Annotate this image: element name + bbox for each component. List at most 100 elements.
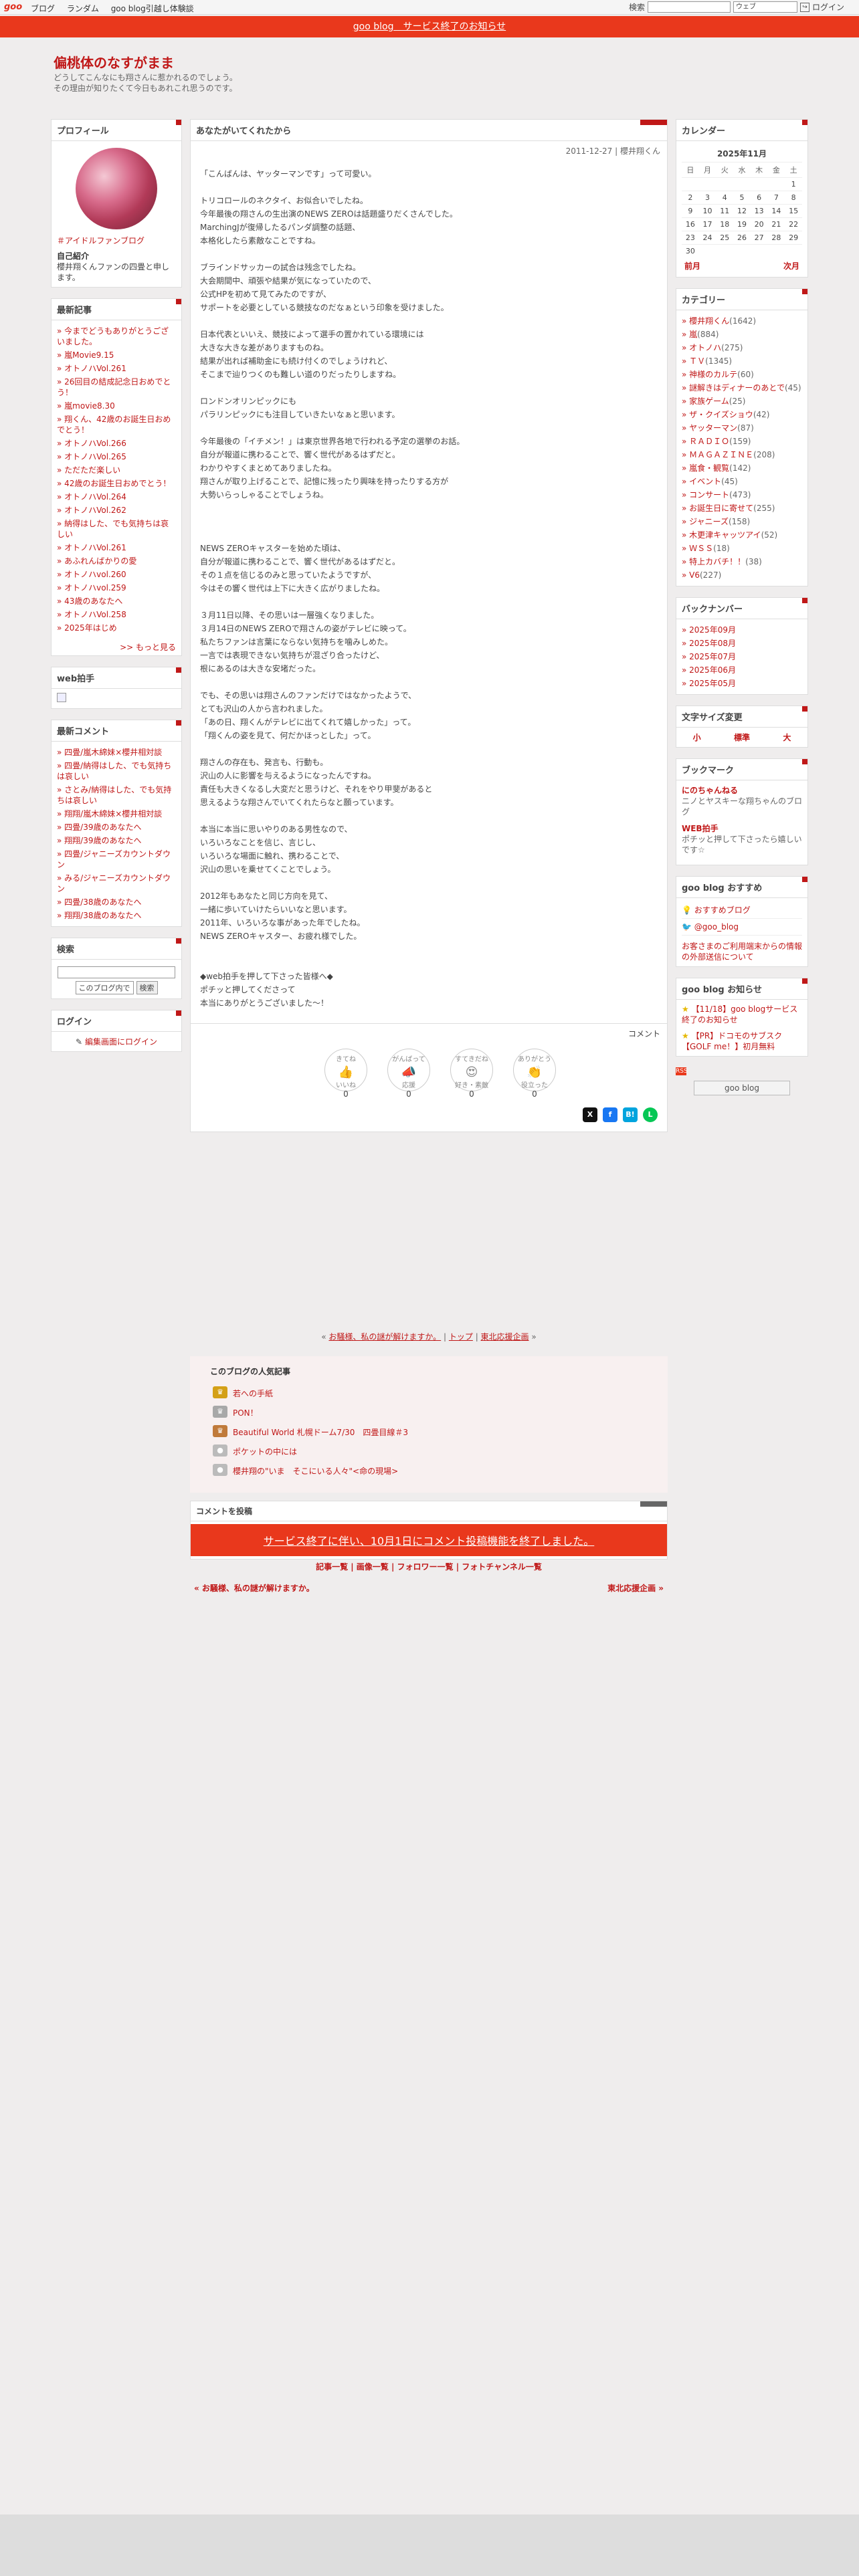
category-item[interactable]: 嵐食・観覧(142) <box>682 461 802 475</box>
category-name[interactable]: ＭＡＧＡＺＩＮＥ <box>689 450 753 459</box>
prev-post-link[interactable]: お騒様、私の謎が解けますか。 <box>328 1332 441 1341</box>
category-name[interactable]: 神様のカルテ <box>689 370 737 379</box>
hatena-share-icon[interactable]: B! <box>623 1107 638 1122</box>
category-name[interactable]: ＲＡＤＩＯ <box>689 437 729 446</box>
info-item[interactable]: 【PR】ドコモのサブスク【GOLF me！】初月無料 <box>682 1031 782 1051</box>
post-meta[interactable]: 2011-12-27 | 櫻井翔くん <box>191 141 667 160</box>
category-item[interactable]: ＴＶ(1345) <box>682 354 802 368</box>
recent-comment-item[interactable]: 翔翔/39歳のあなたへ <box>57 834 176 847</box>
info-item[interactable]: 【11/18】goo blogサービス終了のお知らせ <box>682 1004 797 1025</box>
backnumber-item[interactable]: 2025年08月 <box>682 637 802 650</box>
recent-post-item[interactable]: オトノハVol.258 <box>57 608 176 621</box>
recent-comment-item[interactable]: みる/ジャニーズカウントダウン <box>57 871 176 895</box>
calendar-day[interactable]: 15 <box>785 204 802 218</box>
top-link[interactable]: トップ <box>449 1332 473 1341</box>
backnumber-item[interactable]: 2025年09月 <box>682 623 802 637</box>
calendar-day[interactable]: 16 <box>682 217 699 231</box>
recent-comment-item[interactable]: 四畳/39歳のあなたへ <box>57 821 176 834</box>
popular-title[interactable]: PON！ <box>233 1408 258 1418</box>
calendar-day[interactable]: 17 <box>698 217 717 231</box>
backnumber-item[interactable]: 2025年05月 <box>682 677 802 690</box>
category-name[interactable]: 嵐食・観覧 <box>689 463 729 473</box>
recent-post-item[interactable]: オトノハvol.260 <box>57 568 176 581</box>
recent-comment-item[interactable]: 四畳/38歳のあなたへ <box>57 895 176 909</box>
category-item[interactable]: ＭＡＧＡＺＩＮＥ(208) <box>682 448 802 461</box>
nav-migration[interactable]: goo blog引越し体験談 <box>111 4 194 13</box>
category-item[interactable]: 木更津キャッツアイ(52) <box>682 528 802 542</box>
calendar-day[interactable]: 23 <box>682 231 699 245</box>
category-name[interactable]: ザ・クイズショウ <box>689 410 753 419</box>
calendar-day[interactable]: 24 <box>698 231 717 245</box>
login-link[interactable]: ログイン <box>812 1 844 13</box>
recent-post-item[interactable]: 納得はした、でも気持ちは哀しい <box>57 517 176 541</box>
calendar-day[interactable]: 7 <box>767 191 785 205</box>
recent-comment-item[interactable]: 四畳/ジャニーズカウントダウン <box>57 847 176 871</box>
recent-post-item[interactable]: オトノハVol.261 <box>57 541 176 554</box>
calendar-day[interactable]: 13 <box>750 204 768 218</box>
recent-post-item[interactable]: 嵐movie8.30 <box>57 399 176 413</box>
reaction-button[interactable]: きてね 👍 いいね 0 <box>324 1049 367 1099</box>
calendar-day[interactable]: 14 <box>767 204 785 218</box>
popular-title[interactable]: Beautiful World 札幌ドーム7/30 四畳目線＃3 <box>233 1428 408 1437</box>
category-name[interactable]: ＴＶ <box>689 356 705 366</box>
category-name[interactable]: 謎解きはディナーのあとで <box>689 383 785 393</box>
recent-post-item[interactable]: 2025年はじめ <box>57 621 176 635</box>
popular-title[interactable]: 櫻井翔の"いま そこにいる人々"<命の現場> <box>233 1467 398 1476</box>
calendar-day[interactable]: 27 <box>750 231 768 245</box>
external-transmission-notice[interactable]: お客さまのご利用端末からの情報の外部送信について <box>682 935 802 962</box>
calendar-day[interactable]: 20 <box>750 217 768 231</box>
blog-search-button[interactable]: 検索 <box>136 981 158 994</box>
web-clap-image-icon[interactable] <box>57 693 66 702</box>
nav-random[interactable]: ランダム <box>67 4 99 13</box>
font-size-small[interactable]: 小 <box>693 732 701 743</box>
recent-post-item[interactable]: 42歳のお誕生日おめでとう！ <box>57 477 176 490</box>
popular-item[interactable]: ♛ 若への手紙 <box>210 1384 648 1403</box>
blog-search-input[interactable] <box>58 966 175 978</box>
recent-post-item[interactable]: 43歳のあなたへ <box>57 595 176 608</box>
service-end-link[interactable]: goo blog サービス終了のお知らせ <box>353 21 506 32</box>
recent-comment-item[interactable]: 四畳/嵐木綿妹×櫻井相対談 <box>57 746 176 759</box>
reaction-button[interactable]: ありがとう 👏 役立った 0 <box>513 1049 556 1099</box>
recent-post-item[interactable]: オトノハVol.265 <box>57 450 176 463</box>
reaction-button[interactable]: がんばって 📣 応援 0 <box>387 1049 430 1099</box>
category-item[interactable]: お誕生日に寄せて(255) <box>682 502 802 515</box>
category-name[interactable]: ジャニーズ <box>689 517 729 526</box>
goo-blog-button[interactable]: goo blog <box>694 1081 790 1095</box>
calendar-day[interactable]: 18 <box>716 217 734 231</box>
category-name[interactable]: お誕生日に寄せて <box>689 504 753 513</box>
category-item[interactable]: 特上カバチ！！(38) <box>682 555 802 568</box>
goo-blog-twitter-link[interactable]: @goo_blog <box>694 922 739 932</box>
calendar-day[interactable]: 28 <box>767 231 785 245</box>
calendar-day[interactable]: 25 <box>716 231 734 245</box>
category-name[interactable]: オトノハ <box>689 343 721 352</box>
comment-closed-notice[interactable]: サービス終了に伴い、10月1日にコメント投稿機能を終了しました。 <box>191 1524 667 1556</box>
category-item[interactable]: オトノハ(275) <box>682 341 802 354</box>
calendar-day[interactable]: 3 <box>698 191 717 205</box>
calendar-day[interactable]: 12 <box>733 204 751 218</box>
recent-post-item[interactable]: 今までどうもありがとうございました。 <box>57 324 176 348</box>
category-item[interactable]: コンサート(473) <box>682 488 802 502</box>
category-name[interactable]: イベント <box>689 477 721 486</box>
comment-link[interactable]: コメント <box>191 1023 667 1043</box>
recent-post-item[interactable]: オトノハVol.264 <box>57 490 176 504</box>
category-name[interactable]: 櫻井翔くん <box>689 316 729 326</box>
facebook-share-icon[interactable]: f <box>603 1107 617 1122</box>
recent-post-item[interactable]: 26回目の結成記念日おめでとう！ <box>57 375 176 399</box>
category-item[interactable]: 家族ゲーム(25) <box>682 395 802 408</box>
calendar-day[interactable]: 19 <box>733 217 751 231</box>
recommend-blogs-link[interactable]: おすすめブログ <box>694 905 751 915</box>
blog-search-scope[interactable]: このブログ内で <box>75 981 134 994</box>
profile-tag[interactable]: ＃アイドルファンブログ <box>57 235 176 246</box>
more-posts-link[interactable]: >> もっと見る <box>52 639 181 655</box>
category-item[interactable]: ＷＳＳ(18) <box>682 542 802 555</box>
blog-title[interactable]: 偏桃体のなすがまま <box>54 52 174 72</box>
recent-post-item[interactable]: ただただ楽しい <box>57 463 176 477</box>
calendar-day[interactable]: 1 <box>785 177 802 191</box>
recent-post-item[interactable]: オトノハvol.259 <box>57 581 176 595</box>
calendar-day[interactable]: 26 <box>733 231 751 245</box>
calendar-day[interactable]: 6 <box>750 191 768 205</box>
listing-links[interactable]: 記事一覧 | 画像一覧 | フォロワー一覧 | フォトチャンネル一覧 <box>190 1561 668 1572</box>
next-post-link[interactable]: 東北応援企画 <box>481 1332 529 1341</box>
category-item[interactable]: 神様のカルテ(60) <box>682 368 802 381</box>
calendar-day[interactable]: 22 <box>785 217 802 231</box>
